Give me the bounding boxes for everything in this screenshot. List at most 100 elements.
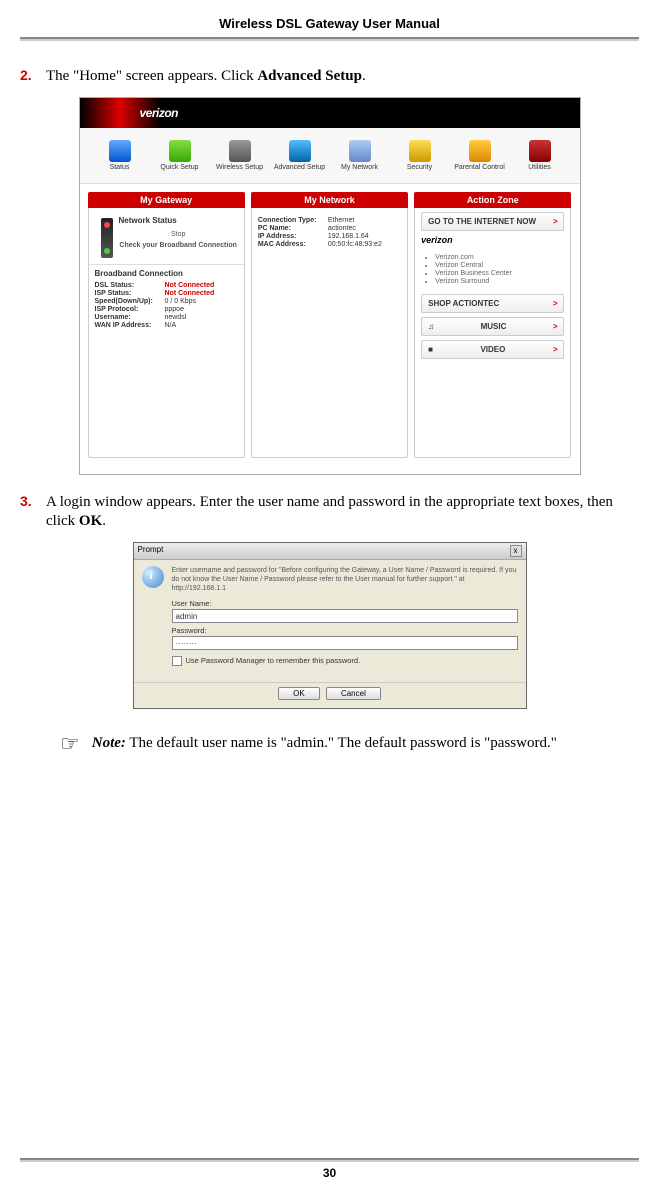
music-button[interactable]: ♫ MUSIC> (421, 317, 564, 336)
step-3-text-a: A login window appears. Enter the user n… (46, 494, 613, 530)
nav-label-status: Status (92, 164, 147, 171)
stop-label: Stop (95, 229, 238, 240)
kv-k: Connection Type: (258, 217, 328, 224)
nav-security[interactable]: Security (392, 140, 447, 171)
nav-label-wifi: Wireless Setup (212, 164, 267, 171)
login-prompt-screenshot: Prompt x Enter username and password for… (133, 542, 527, 709)
col-header-gateway: My Gateway (88, 192, 245, 208)
kv-dsl-status: DSL Status:Not Connected (95, 282, 238, 289)
step-2-number: 2. (20, 67, 46, 87)
col-header-action: Action Zone (414, 192, 571, 208)
col-header-network: My Network (251, 192, 408, 208)
nav-my-network[interactable]: My Network (332, 140, 387, 171)
traffic-light-icon (101, 218, 113, 258)
step-3-bold: OK (79, 513, 102, 529)
kv-k: WAN IP Address: (95, 322, 165, 329)
security-icon (409, 140, 431, 162)
close-icon[interactable]: x (510, 545, 522, 557)
step-2-text: The "Home" screen appears. Click Advance… (46, 67, 639, 87)
link-verizon[interactable]: Verizon.com (435, 254, 560, 261)
kv-protocol: ISP Protocol:pppoe (95, 306, 238, 313)
col-my-network: My Network Connection Type:Ethernet PC N… (251, 192, 408, 458)
kv-k: DSL Status: (95, 282, 165, 289)
step-2: 2. The "Home" screen appears. Click Adva… (20, 67, 639, 87)
nav-wireless-setup[interactable]: Wireless Setup (212, 140, 267, 171)
verizon-small-logo: verizon (421, 235, 564, 245)
kv-v: Not Connected (165, 290, 215, 297)
password-input[interactable]: ········ (172, 636, 518, 650)
kv-isp-status: ISP Status:Not Connected (95, 290, 238, 297)
header-rule (20, 37, 639, 41)
kv-mac-address: MAC Address:00:50:fc:48:93:e2 (258, 241, 401, 248)
cancel-button[interactable]: Cancel (326, 687, 381, 700)
arrow-icon: > (553, 299, 558, 308)
kv-ip-address: IP Address:192.168.1.64 (258, 233, 401, 240)
col-action-zone: Action Zone GO TO THE INTERNET NOW > veri… (414, 192, 571, 458)
router-home-screenshot: verizon Status Quick Setup Wireless Setu… (79, 97, 581, 475)
action-links: Verizon.com Verizon Central Verizon Busi… (425, 249, 570, 290)
kv-username: Username:newdsl (95, 314, 238, 321)
kv-pc-name: PC Name:actiontec (258, 225, 401, 232)
link-surround[interactable]: Verizon Surround (435, 278, 560, 285)
video-button[interactable]: ■ VIDEO> (421, 340, 564, 359)
shop-label: SHOP ACTIONTEC (428, 299, 499, 308)
link-business[interactable]: Verizon Business Center (435, 270, 560, 277)
nav-advanced-setup[interactable]: Advanced Setup (272, 140, 327, 171)
arrow-icon: > (553, 345, 558, 354)
arrow-icon: > (553, 322, 558, 331)
note-bold: Note: (92, 735, 126, 751)
go-internet-button[interactable]: GO TO THE INTERNET NOW > (421, 212, 564, 231)
note: ☞ Note: The default user name is "admin.… (20, 733, 639, 755)
router-top-bar: verizon (80, 98, 580, 128)
kv-k: Username: (95, 314, 165, 321)
nav-label-quick: Quick Setup (152, 164, 207, 171)
kv-v: 0 / 0 Kbps (165, 298, 197, 305)
kv-wan-ip: WAN IP Address:N/A (95, 322, 238, 329)
music-label: MUSIC (481, 322, 507, 331)
check-connection-label: Check your Broadband Connection (95, 240, 238, 251)
nav-label-sec: Security (392, 164, 447, 171)
kv-v: N/A (165, 322, 177, 329)
step-3-text: A login window appears. Enter the user n… (46, 493, 639, 532)
nav-label-util: Utilities (512, 164, 567, 171)
username-input[interactable]: admin (172, 609, 518, 623)
col-my-gateway: My Gateway Network Status Stop Check you… (88, 192, 245, 458)
wireless-icon (229, 140, 251, 162)
pointing-hand-icon: ☞ (60, 733, 80, 755)
password-label: Password: (172, 626, 518, 635)
nav-label-par: Parental Control (452, 164, 507, 171)
kv-k: MAC Address: (258, 241, 328, 248)
go-internet-label: GO TO THE INTERNET NOW (428, 217, 536, 226)
kv-conn-type: Connection Type:Ethernet (258, 217, 401, 224)
quick-setup-icon (169, 140, 191, 162)
remember-checkbox[interactable] (172, 656, 182, 666)
note-text: Note: The default user name is "admin." … (92, 733, 557, 755)
kv-v: Ethernet (328, 217, 354, 224)
advanced-icon (289, 140, 311, 162)
kv-k: ISP Status: (95, 290, 165, 297)
nav-utilities[interactable]: Utilities (512, 140, 567, 171)
arrow-icon: > (553, 217, 558, 226)
video-label: VIDEO (480, 345, 505, 354)
remember-row: Use Password Manager to remember this pa… (172, 656, 518, 666)
prompt-titlebar: Prompt x (134, 543, 526, 560)
remember-label: Use Password Manager to remember this pa… (186, 656, 361, 665)
shop-button[interactable]: SHOP ACTIONTEC > (421, 294, 564, 313)
kv-k: Speed(Down/Up): (95, 298, 165, 305)
prompt-title-text: Prompt (138, 545, 164, 557)
ok-button[interactable]: OK (278, 687, 320, 700)
link-central[interactable]: Verizon Central (435, 262, 560, 269)
nav-parental-control[interactable]: Parental Control (452, 140, 507, 171)
step-3: 3. A login window appears. Enter the use… (20, 493, 639, 532)
nav-quick-setup[interactable]: Quick Setup (152, 140, 207, 171)
page-footer: 30 (0, 1158, 659, 1180)
step-2-bold: Advanced Setup (257, 68, 362, 84)
router-nav: Status Quick Setup Wireless Setup Advanc… (80, 128, 580, 184)
utilities-icon (529, 140, 551, 162)
nav-label-net: My Network (332, 164, 387, 171)
verizon-logo: verizon (140, 106, 179, 120)
page-header: Wireless DSL Gateway User Manual (0, 0, 659, 37)
parental-icon (469, 140, 491, 162)
kv-v: 192.168.1.64 (328, 233, 369, 240)
nav-status[interactable]: Status (92, 140, 147, 171)
